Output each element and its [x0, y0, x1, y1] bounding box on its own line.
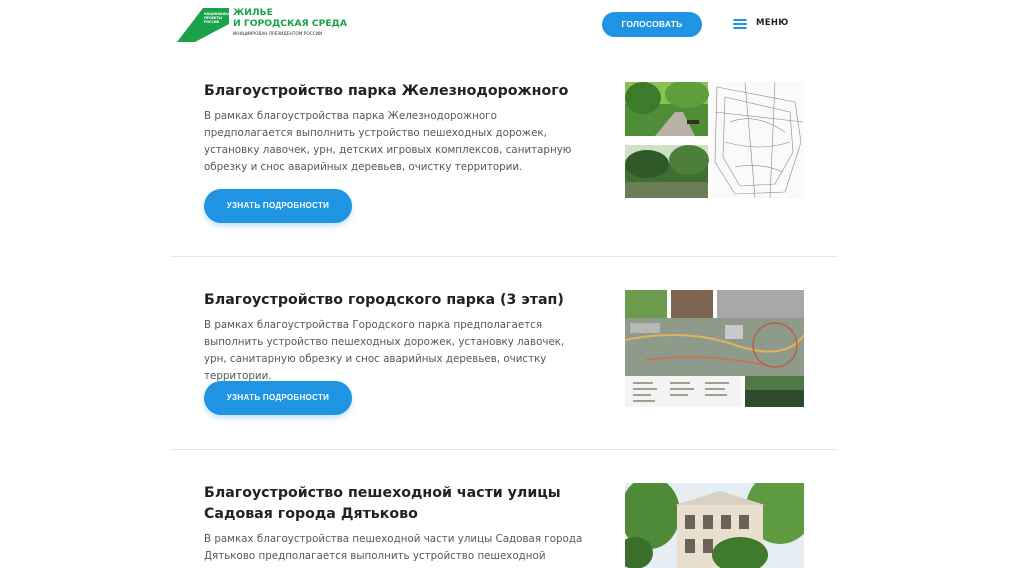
learn-more-button[interactable]: УЗНАТЬ ПОДРОБНОСТИ — [204, 381, 352, 415]
project-description: В рамках благоустройства пешеходной част… — [204, 533, 583, 568]
project-image-park-railway[interactable] — [625, 82, 804, 198]
logo-small-text: НАЦИОНАЛЬНЫЕ ПРОЕКТЫ РОССИИ — [204, 12, 236, 24]
menu-button[interactable]: МЕНЮ — [733, 15, 793, 35]
menu-label: МЕНЮ — [756, 18, 789, 28]
vote-button[interactable]: ГОЛОСОВАТЬ — [602, 12, 702, 37]
hamburger-icon — [733, 18, 747, 30]
project-description: В рамках благоустройства парка Железнодо… — [204, 110, 572, 173]
project-image-city-park[interactable] — [625, 290, 804, 407]
learn-more-button[interactable]: УЗНАТЬ ПОДРОБНОСТИ — [204, 189, 352, 223]
project-image-sadovaya-street[interactable] — [625, 483, 804, 568]
project-title: Благоустройство парка Железнодорожного — [204, 83, 569, 99]
logo-title: ЖИЛЬЕ И ГОРОДСКАЯ СРЕДА — [233, 7, 347, 29]
section-divider — [170, 256, 838, 257]
street-photo — [625, 483, 804, 568]
park-photos-collage — [625, 82, 804, 198]
site-logo[interactable]: НАЦИОНАЛЬНЫЕ ПРОЕКТЫ РОССИИ ЖИЛЬЕ И ГОРО… — [177, 7, 347, 42]
section-divider — [170, 449, 838, 450]
project-title: Благоустройство городского парка (3 этап… — [204, 292, 564, 308]
project-description: В рамках благоустройства Городского парк… — [204, 319, 565, 382]
site-header: НАЦИОНАЛЬНЫЕ ПРОЕКТЫ РОССИИ ЖИЛЬЕ И ГОРО… — [0, 0, 1010, 50]
project-title: Благоустройство пешеходной части улицы С… — [204, 485, 561, 522]
logo-subtitle: ИНИЦИИРОВАН ПРЕЗИДЕНТОМ РОССИИ — [233, 32, 323, 37]
city-park-plan-collage — [625, 290, 804, 407]
